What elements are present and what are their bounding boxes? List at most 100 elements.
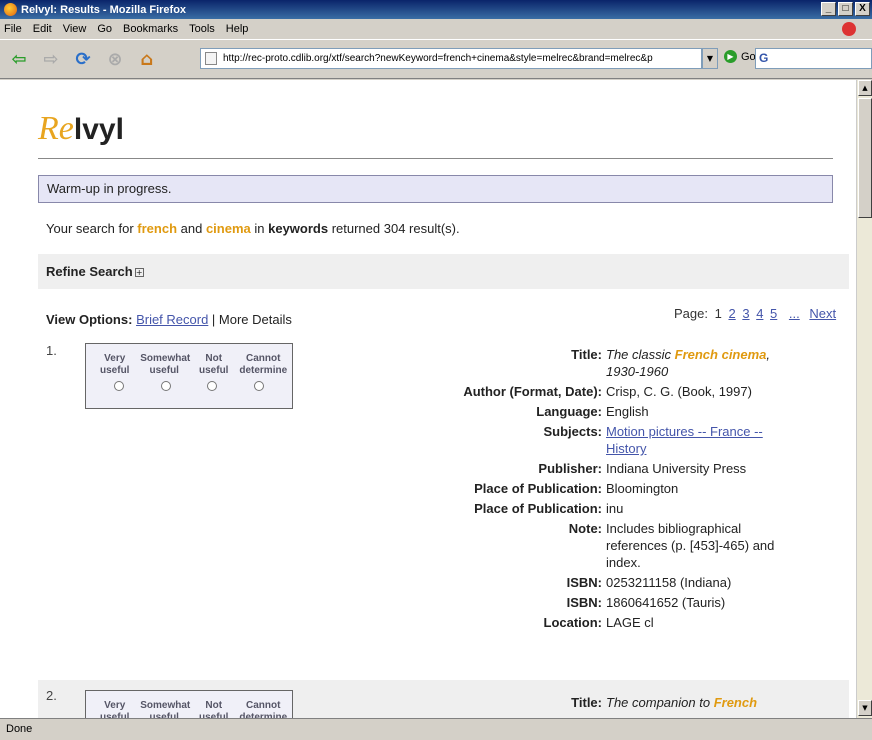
record-number: 1. (46, 343, 57, 358)
search-summary: Your search for french and cinema in key… (46, 221, 460, 236)
field-row: Title: The companion to French (380, 694, 830, 711)
title-bar: Relvyl: Results - Mozilla Firefox _ □ X (0, 0, 872, 19)
page-link-3[interactable]: 3 (742, 306, 749, 321)
status-text: Done (6, 723, 33, 735)
search-term-2: cinema (205, 221, 251, 236)
place-value: Bloomington (606, 481, 679, 496)
close-button[interactable]: X (855, 2, 870, 16)
page-link-5[interactable]: 5 (770, 306, 777, 321)
url-text: http://rec-proto.cdlib.org/xtf/search?ne… (223, 53, 653, 64)
rating-label-very-useful: Very useful (100, 353, 130, 376)
logo-divider (38, 158, 833, 159)
expand-plus-icon[interactable]: + (134, 268, 144, 278)
view-separator: | (208, 312, 219, 327)
record-fields: Title: The companion to French (380, 694, 830, 714)
title-value: The companion to French (606, 694, 796, 711)
rating-label-cannot-determine: Cannot determine (239, 353, 288, 376)
reload-icon[interactable]: ⟳ (70, 46, 96, 72)
rating-radio-not-useful[interactable] (207, 381, 218, 391)
throbber-icon (842, 22, 856, 36)
author-value: Crisp, C. G. (Book, 1997) (606, 384, 752, 399)
rating-label-very-useful: Very useful (100, 700, 130, 718)
subjects-link[interactable]: Motion pictures -- France -- History (606, 423, 796, 457)
field-label: Title: (571, 695, 602, 710)
menu-file[interactable]: File (4, 23, 22, 35)
view-options-label: View Options: (46, 312, 133, 327)
logo-re: Re (38, 110, 74, 147)
search-term-1: french (137, 221, 178, 236)
menu-tools[interactable]: Tools (189, 23, 215, 35)
menu-go[interactable]: Go (97, 23, 112, 35)
window-title: Relvyl: Results - Mozilla Firefox (21, 3, 187, 16)
page-current: 1 (714, 306, 722, 321)
field-row: Note: Includes bibliographical reference… (380, 520, 830, 571)
summary-and: and (177, 221, 206, 236)
rating-box: Very useful Somewhat useful Not useful C… (85, 690, 293, 718)
field-row: ISBN: 1860641652 (Tauris) (380, 594, 830, 611)
field-row: Location: LAGE cl (380, 614, 830, 631)
back-arrow-icon[interactable]: ⇦ (6, 46, 32, 72)
scroll-down-arrow-icon[interactable]: ▼ (858, 700, 872, 716)
firefox-icon (4, 3, 17, 16)
vertical-scrollbar[interactable]: ▲ ▼ (856, 80, 872, 718)
location-value: LAGE cl (606, 615, 654, 630)
field-row: Title: The classic French cinema, 1930-1… (380, 346, 830, 380)
field-label: Place of Publication: (474, 501, 602, 516)
publisher-value: Indiana University Press (606, 461, 747, 476)
pagination: Page: 1 2 3 4 5 ... Next (674, 306, 836, 321)
stop-icon[interactable]: ⊗ (102, 46, 128, 72)
field-label: Place of Publication: (474, 481, 602, 496)
field-row: Language: English (380, 403, 830, 420)
title-value: The classic French cinema, 1930-1960 (606, 346, 796, 380)
menu-bookmarks[interactable]: Bookmarks (123, 23, 178, 35)
go-button[interactable]: ▶ Go (724, 50, 756, 63)
go-label: Go (741, 50, 756, 63)
rating-radio-cannot-determine[interactable] (253, 381, 264, 391)
field-label: ISBN: (566, 595, 602, 610)
menu-bar: File Edit View Go Bookmarks Tools Help (0, 19, 872, 39)
menu-help[interactable]: Help (226, 23, 249, 35)
field-label: Title: (571, 347, 602, 362)
place-code-value: inu (606, 501, 624, 516)
brief-record-link[interactable]: Brief Record (136, 312, 208, 327)
forward-arrow-icon[interactable]: ⇨ (38, 46, 64, 72)
rating-label-somewhat-useful: Somewhat useful (140, 700, 191, 718)
menu-view[interactable]: View (63, 23, 87, 35)
next-page-link[interactable]: Next (809, 306, 836, 321)
field-label: Note: (568, 521, 602, 536)
language-value: English (606, 404, 649, 419)
rating-label-somewhat-useful: Somewhat useful (140, 353, 191, 376)
page-link-4[interactable]: 4 (756, 306, 763, 321)
scroll-up-arrow-icon[interactable]: ▲ (858, 80, 872, 96)
page-link-2[interactable]: 2 (728, 306, 735, 321)
field-label: Author (Format, Date): (463, 384, 602, 399)
field-row: Place of Publication: Bloomington (380, 480, 830, 497)
rating-radio-very-useful[interactable] (114, 381, 125, 391)
note-value: Includes bibliographical references (p. … (606, 521, 775, 570)
field-label: ISBN: (566, 575, 602, 590)
field-label: Subjects: (543, 424, 602, 439)
home-icon[interactable]: ⌂ (134, 46, 160, 72)
refine-search-bar[interactable]: Refine Search + (38, 254, 849, 289)
rating-radio-somewhat-useful[interactable] (160, 381, 171, 391)
menu-edit[interactable]: Edit (33, 23, 52, 35)
rating-label-not-useful: Not useful (199, 353, 229, 376)
minimize-button[interactable]: _ (821, 2, 836, 16)
go-icon: ▶ (724, 50, 737, 63)
isbn-value: 0253211158 (Indiana) (606, 575, 732, 590)
status-bar: Done (0, 718, 872, 740)
relvyl-logo: Relvyl (38, 110, 124, 148)
browser-window: Relvyl: Results - Mozilla Firefox _ □ X … (0, 0, 872, 740)
title-highlight: French cinema (674, 347, 767, 362)
summary-prefix: Your search for (46, 221, 138, 236)
page-ellipsis-link[interactable]: ... (789, 306, 800, 321)
url-input[interactable]: http://rec-proto.cdlib.org/xtf/search?ne… (200, 48, 702, 69)
rating-label-not-useful: Not useful (199, 700, 229, 718)
field-row: Subjects: Motion pictures -- France -- H… (380, 423, 830, 457)
scroll-thumb[interactable] (858, 98, 872, 218)
url-dropdown-button[interactable]: ▼ (702, 48, 718, 69)
rating-label-cannot-determine: Cannot determine (239, 700, 288, 718)
maximize-button[interactable]: □ (838, 2, 853, 16)
search-input[interactable]: G (755, 48, 872, 69)
field-row: Author (Format, Date): Crisp, C. G. (Boo… (380, 383, 830, 400)
